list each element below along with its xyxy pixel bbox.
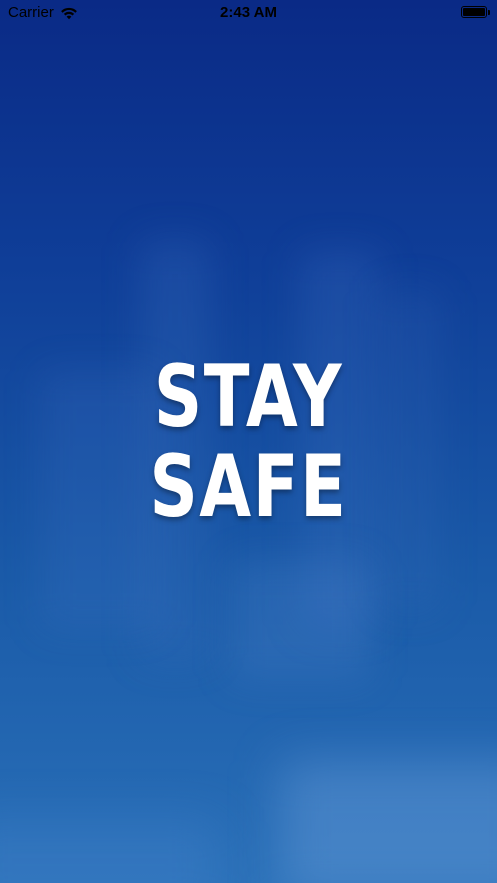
headline-line-2: SAFE — [149, 437, 348, 537]
status-bar: Carrier 2:43 AM — [0, 0, 497, 26]
background-blur-shape — [230, 560, 370, 680]
background-blur-shape — [0, 820, 220, 883]
background-blur-shape — [280, 760, 497, 883]
battery-tip — [488, 10, 490, 15]
headline-line-1: STAY — [153, 347, 344, 447]
battery-icon — [461, 6, 490, 18]
splash-headline: STAY SAFE — [55, 352, 443, 532]
battery-level — [463, 8, 485, 16]
status-time: 2:43 AM — [220, 4, 277, 21]
